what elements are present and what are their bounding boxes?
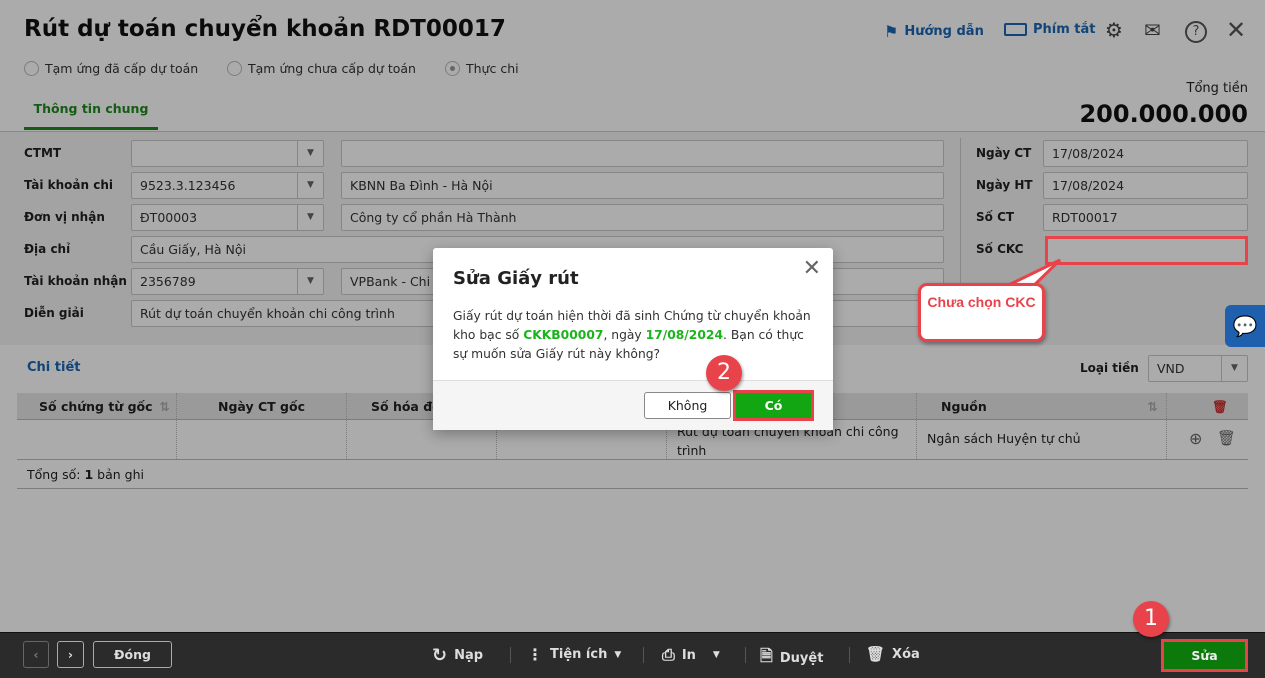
close-button[interactable]: Đóng xyxy=(93,641,172,668)
dialog-title: Sửa Giấy rút xyxy=(453,268,579,289)
prev-button[interactable]: ‹ xyxy=(23,641,49,668)
callout-ckc-not-selected: Chưa chọn CKC xyxy=(918,283,1045,342)
caret-down-icon: ▼ xyxy=(614,649,622,660)
separator xyxy=(510,647,511,663)
caret-down-icon: ▼ xyxy=(712,650,720,660)
ckc-highlight-box xyxy=(1045,236,1248,265)
refresh-icon: ↻ xyxy=(432,645,448,666)
document-icon: 🗎 xyxy=(760,646,773,665)
dialog-message: Giấy rút dự toán hiện thời đã sinh Chứng… xyxy=(453,309,811,361)
utilities-button[interactable]: ⋮ Tiện ích ▼ xyxy=(527,645,621,664)
step-badge-2: 2 xyxy=(706,355,742,391)
approve-button[interactable]: 🗎 Duyệt xyxy=(760,645,823,672)
edit-confirm-dialog: Sửa Giấy rút ✕ Giấy rút dự toán hiện thờ… xyxy=(433,248,833,430)
chat-icon[interactable]: 💬 xyxy=(1225,305,1265,347)
trash-icon: 🗑 xyxy=(866,645,886,663)
more-icon: ⋮ xyxy=(527,645,543,664)
reload-button[interactable]: ↻ Nạp xyxy=(432,645,483,666)
separator xyxy=(643,647,644,663)
next-button[interactable]: › xyxy=(57,641,84,668)
print-button[interactable]: ⎙ In ▼ xyxy=(662,645,720,665)
bottom-toolbar xyxy=(0,632,1265,678)
step-badge-1: 1 xyxy=(1133,601,1169,637)
close-icon[interactable]: ✕ xyxy=(803,256,821,281)
separator xyxy=(849,647,850,663)
printer-icon: ⎙ xyxy=(662,645,675,664)
yes-button[interactable]: Có xyxy=(733,390,814,421)
delete-button[interactable]: 🗑 Xóa xyxy=(866,645,920,663)
no-button[interactable]: Không xyxy=(644,392,731,419)
separator xyxy=(745,647,746,663)
edit-button[interactable]: Sửa xyxy=(1161,639,1248,672)
